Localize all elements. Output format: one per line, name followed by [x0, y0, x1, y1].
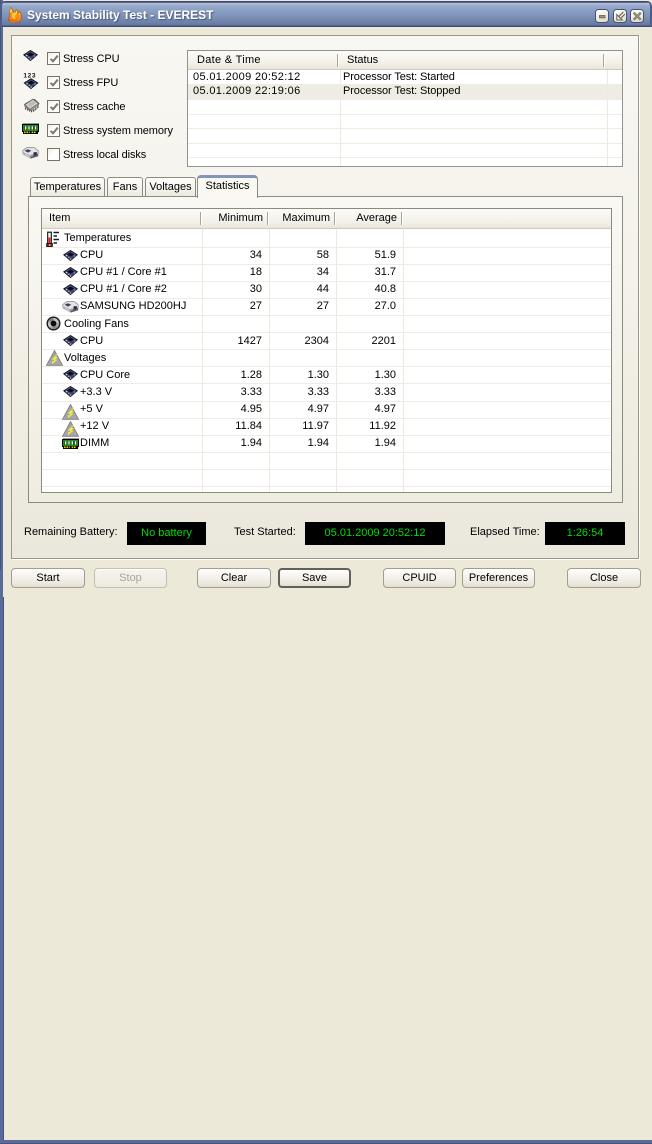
svg-text:123: 123 — [23, 73, 36, 80]
